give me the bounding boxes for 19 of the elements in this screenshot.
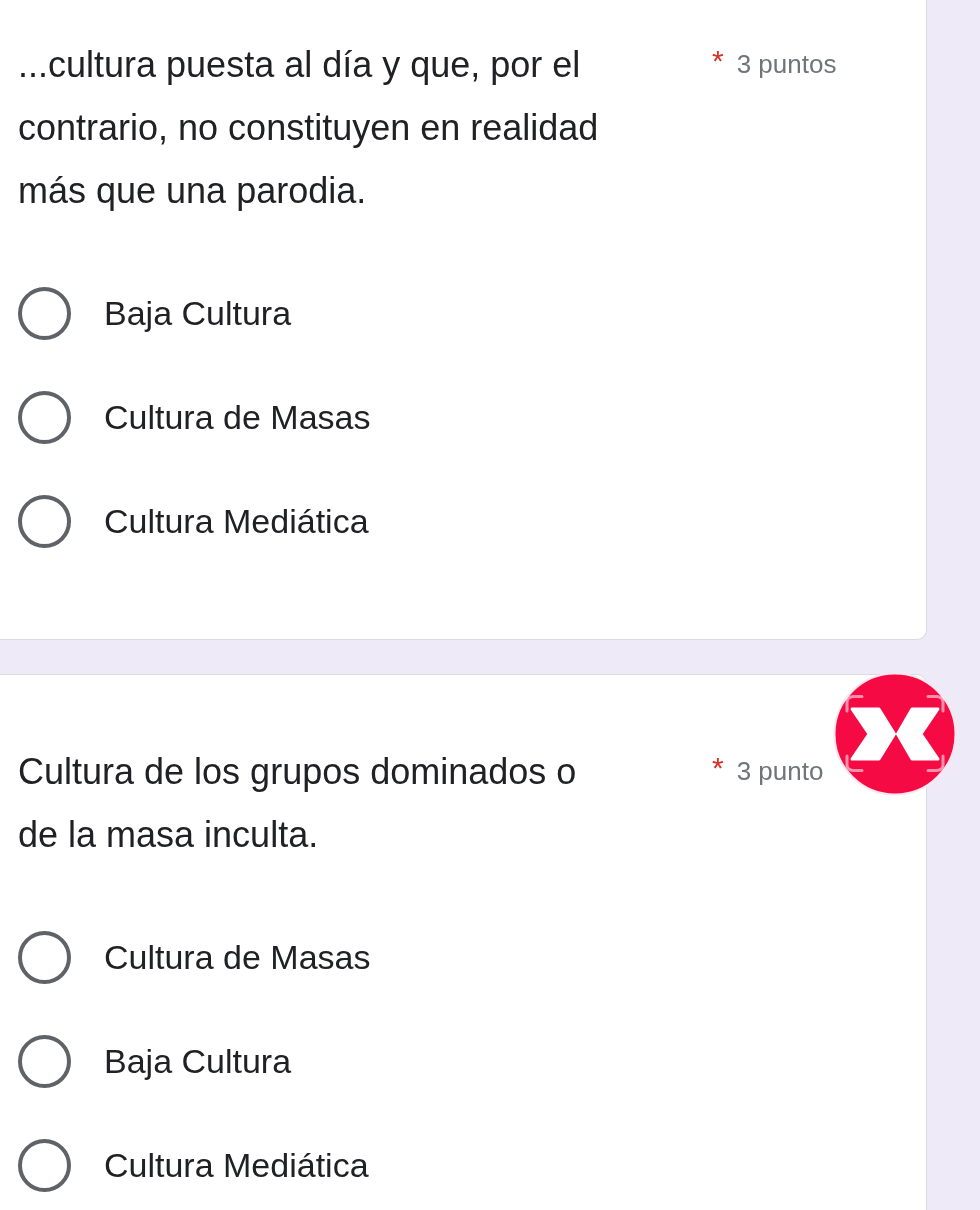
- question-text: ...cultura puesta al día y que, por el contrario, no constituyen en realidad más que una parodia.: [18, 43, 599, 213]
- option-label[interactable]: Cultura Mediática: [104, 499, 369, 543]
- radio-button[interactable]: [18, 494, 71, 548]
- option-label[interactable]: Cultura de Masas: [104, 395, 371, 439]
- radio-button[interactable]: [18, 930, 71, 984]
- points-label: 3 punto: [736, 755, 824, 788]
- option-label[interactable]: Cultura Mediática: [104, 1143, 369, 1187]
- radio-button[interactable]: [18, 390, 71, 444]
- chevron-x-icon[interactable]: [833, 672, 957, 796]
- option-label[interactable]: Cultura de Masas: [104, 935, 371, 979]
- required-asterisk: *: [712, 43, 724, 79]
- option-label[interactable]: Baja Cultura: [104, 1039, 292, 1083]
- required-asterisk: *: [712, 750, 724, 786]
- radio-button[interactable]: [18, 286, 71, 340]
- option-label[interactable]: Baja Cultura: [104, 291, 292, 335]
- radio-button[interactable]: [18, 1138, 71, 1192]
- radio-button[interactable]: [18, 1034, 71, 1088]
- question-text: Cultura de los grupos dominados o de la masa inculta.: [18, 750, 577, 857]
- points-label: 3 puntos: [736, 48, 837, 81]
